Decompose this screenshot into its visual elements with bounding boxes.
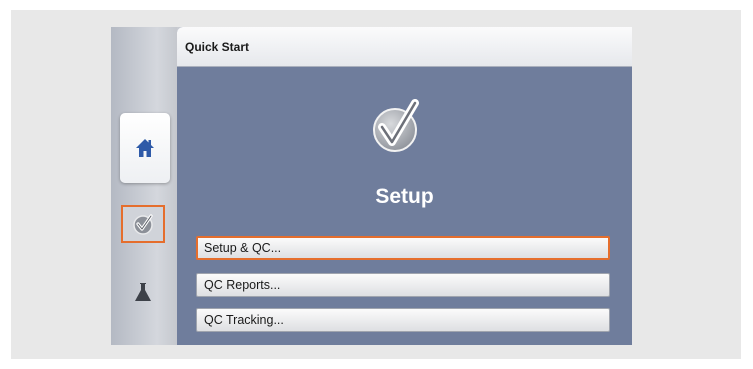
home-icon [136,139,154,157]
setup-qc-button[interactable]: Setup & QC... [196,236,610,260]
sidebar-item-home[interactable] [120,113,170,183]
sidebar-item-experiment[interactable] [125,269,161,315]
sidebar-item-setup[interactable] [121,205,165,243]
quick-start-panel: Quick Start Setup Setup & QC... QC Repor… [177,27,632,345]
flask-icon [135,283,151,301]
section-title: Setup [375,185,434,208]
checkmark-icon [133,214,153,235]
app-window: Quick Start Setup Setup & QC... QC Repor… [111,27,632,345]
setup-qc-label: Setup & QC... [204,241,282,255]
setup-checkmark-icon [373,99,419,152]
sidebar [111,27,177,345]
qc-reports-label: QC Reports... [204,278,281,292]
panel-header: Quick Start [177,27,632,67]
qc-tracking-label: QC Tracking... [204,313,284,327]
qc-tracking-button[interactable]: QC Tracking... [196,308,610,332]
page-title: Quick Start [185,39,250,54]
qc-reports-button[interactable]: QC Reports... [196,273,610,297]
